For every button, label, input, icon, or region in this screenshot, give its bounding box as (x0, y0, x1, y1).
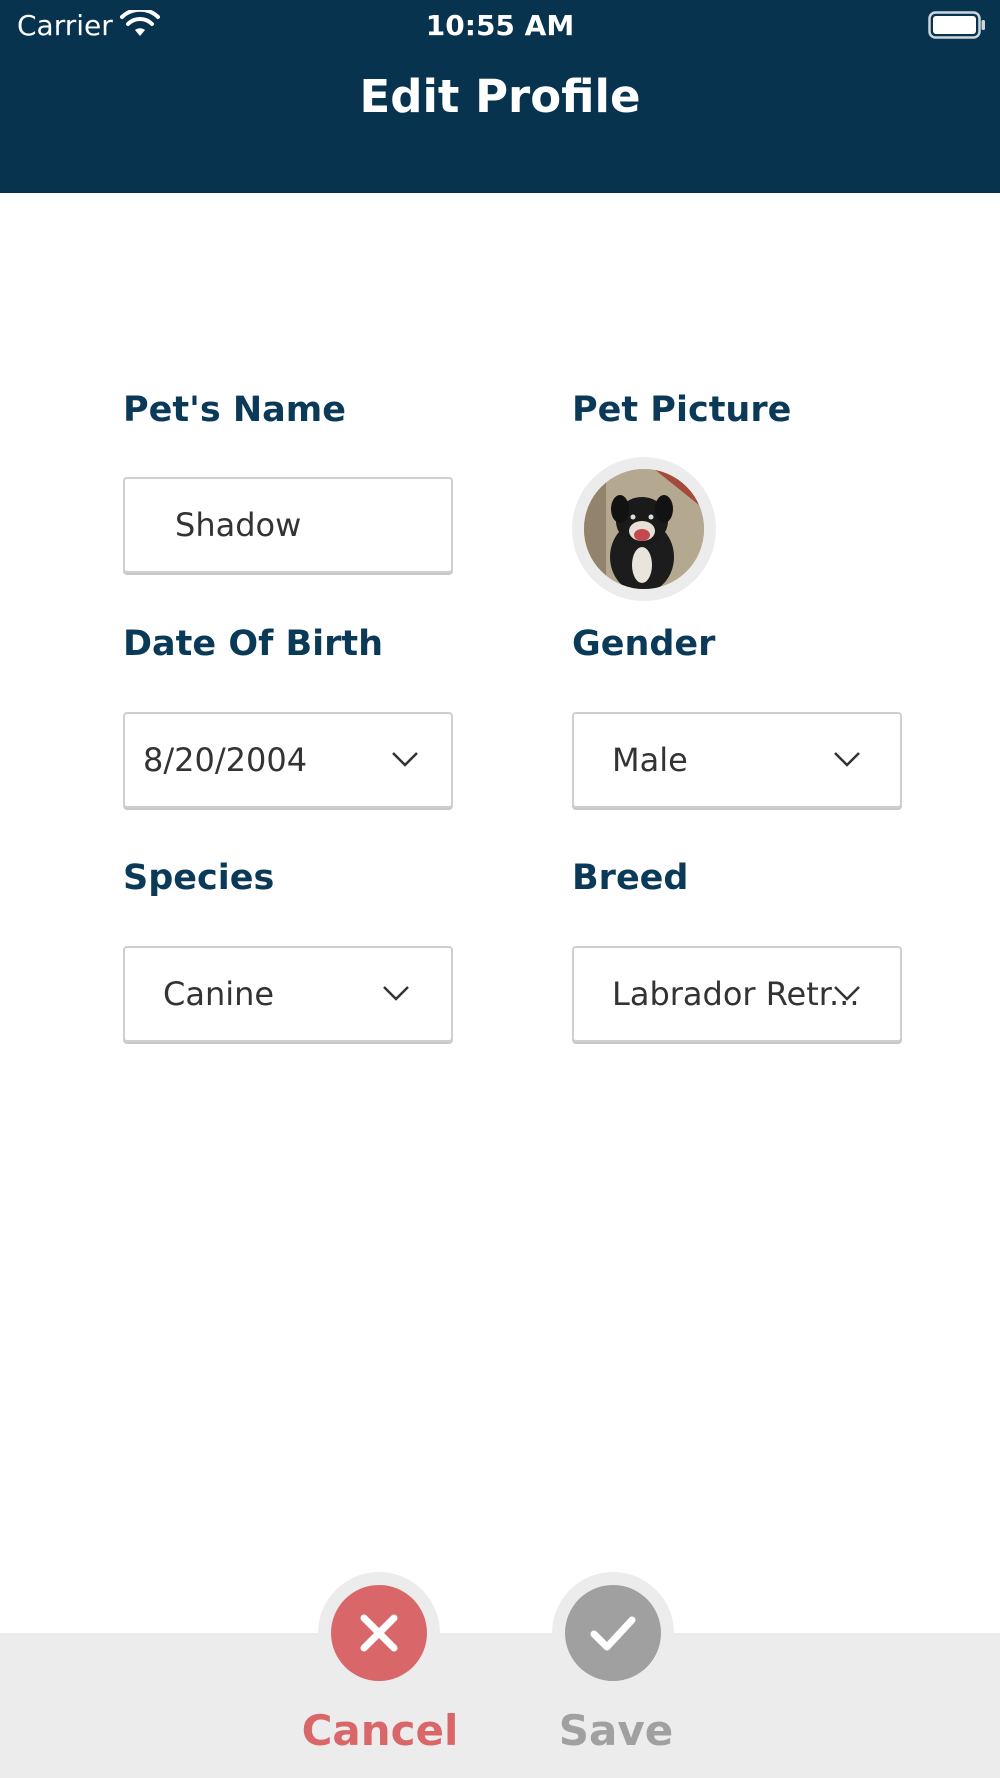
pet-name-field[interactable]: Shadow (123, 477, 453, 573)
cancel-label[interactable]: Cancel (280, 1706, 480, 1755)
pet-picture-button[interactable] (572, 457, 716, 601)
close-icon (331, 1585, 427, 1681)
species-dropdown[interactable]: Canine (123, 946, 453, 1042)
chevron-down-icon (834, 986, 860, 1001)
status-time: 10:55 AM (425, 9, 575, 42)
date-of-birth-picker[interactable]: 8/20/2004 (123, 712, 453, 808)
page-title: Edit Profile (359, 70, 641, 123)
date-of-birth-label: Date Of Birth (123, 624, 384, 664)
gender-value: Male (612, 741, 688, 779)
pet-name-label: Pet's Name (123, 390, 346, 430)
species-value: Canine (163, 975, 275, 1013)
pet-name-value: Shadow (175, 506, 302, 544)
cancel-button[interactable] (318, 1572, 440, 1694)
species-label: Species (123, 858, 275, 898)
save-button[interactable] (552, 1572, 674, 1694)
pet-picture-label: Pet Picture (572, 390, 792, 430)
gender-label: Gender (572, 624, 716, 664)
header-bar: Carrier 10:55 AM Edit Profile (0, 0, 1000, 193)
checkmark-icon (565, 1585, 661, 1681)
chevron-down-icon (834, 752, 860, 767)
date-of-birth-value: 8/20/2004 (143, 741, 308, 779)
status-bar: Carrier 10:55 AM (0, 0, 1000, 52)
breed-dropdown[interactable]: Labrador Retr... (572, 946, 902, 1042)
bottom-action-bar (0, 1633, 1000, 1778)
battery-icon (928, 11, 985, 39)
gender-dropdown[interactable]: Male (572, 712, 902, 808)
breed-label: Breed (572, 858, 689, 898)
chevron-down-icon (383, 986, 409, 1001)
pet-avatar-image (584, 469, 704, 589)
save-label[interactable]: Save (516, 1706, 716, 1755)
chevron-down-icon (392, 752, 418, 767)
